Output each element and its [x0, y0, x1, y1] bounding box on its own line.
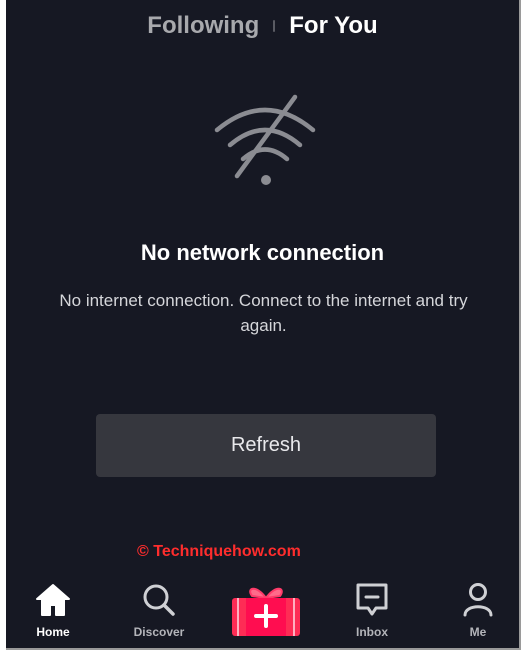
nav-me-label: Me [469, 625, 487, 639]
error-title: No network connection [140, 240, 385, 265]
gift-plus-icon [232, 587, 300, 636]
inbox-icon [355, 580, 389, 620]
search-icon [142, 580, 176, 620]
nav-discover[interactable]: Discover [119, 580, 199, 639]
refresh-button[interactable]: Refresh [96, 414, 436, 477]
watermark: © Techniquehow.com [137, 543, 301, 560]
wifi-off-icon [214, 94, 316, 185]
nav-me[interactable]: Me [438, 580, 518, 639]
tab-following[interactable]: Following [147, 12, 259, 40]
nav-home-label: Home [36, 625, 70, 639]
nav-discover-label: Discover [133, 625, 185, 639]
tab-separator [273, 20, 276, 32]
home-icon [35, 580, 71, 620]
error-message: No internet connection. Connect to the i… [59, 291, 468, 335]
bottom-nav: Home Discover Inbox Me [6, 580, 519, 648]
tab-for-you[interactable]: For You [289, 12, 377, 40]
feed-tabs: Following For You [6, 6, 519, 46]
profile-icon [461, 580, 495, 620]
create-gift-button[interactable] [228, 584, 304, 638]
nav-inbox[interactable]: Inbox [332, 580, 412, 639]
nav-home[interactable]: Home [13, 580, 93, 639]
app-frame: Following For You No network connection … [6, 0, 521, 650]
nav-inbox-label: Inbox [356, 625, 388, 639]
